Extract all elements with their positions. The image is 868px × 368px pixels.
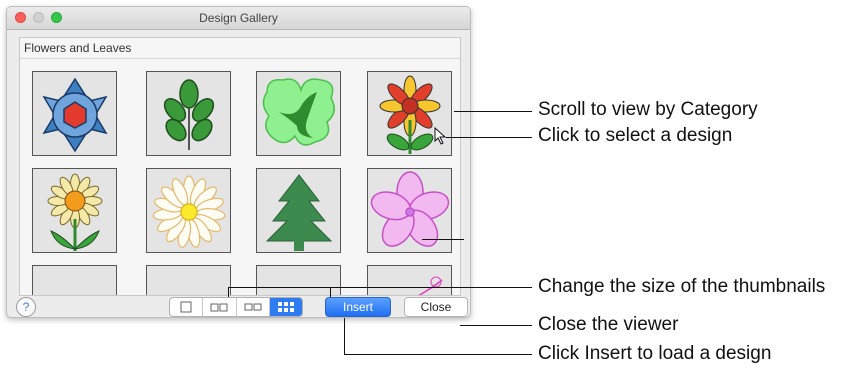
callout-close: Close the viewer [538, 314, 679, 335]
callout-line-thumb-size-left [228, 287, 229, 297]
panel-divider [20, 58, 460, 59]
vine-border-icon [147, 266, 231, 296]
gallery-panel: Flowers and Leaves [19, 37, 461, 296]
callout-insert: Click Insert to load a design [538, 343, 772, 364]
help-button[interactable]: ? [16, 297, 36, 317]
thumbnail-size-2-button[interactable] [203, 298, 237, 316]
thumbnail-daisy-orange-center[interactable] [32, 168, 117, 253]
thumbnail-green-vine-border[interactable] [146, 265, 231, 296]
callout-scroll: Scroll to view by Category [538, 99, 758, 120]
callout-line-scroll [454, 111, 532, 112]
leaf-sprig-icon [163, 79, 215, 150]
thumbnail-white-daisy[interactable] [146, 168, 231, 253]
wide-squares-icon [244, 303, 262, 311]
title-bar: Design Gallery [7, 7, 470, 30]
callout-line-thumb-size [228, 287, 532, 288]
callout-line-design [422, 239, 464, 240]
thumbnail-pink-flower-vine[interactable] [367, 265, 452, 295]
category-label: Flowers and Leaves [24, 41, 132, 55]
pine-tree-icon [265, 174, 333, 251]
close-button[interactable]: Close [404, 297, 468, 317]
thumbnail-size-3-button[interactable] [237, 298, 270, 316]
thumbnail-green-leaf-garland[interactable] [256, 265, 341, 296]
thumbnail-purple-flower-border[interactable] [32, 265, 117, 296]
thumbnail-blue-hexagon-flower[interactable] [32, 71, 117, 156]
callout-line-close [460, 325, 532, 326]
thumbnail-green-leaf-sprig[interactable] [146, 71, 231, 156]
thumbnail-size-selector [169, 297, 303, 317]
single-square-icon [180, 301, 192, 313]
flower-border-icon [33, 266, 117, 296]
callout-line-thumb-size-right [330, 287, 331, 297]
leaf-garland-icon [257, 266, 341, 296]
callout-line-select [446, 137, 532, 138]
callout-select: Click to select a design [538, 125, 733, 146]
daisy-icon [47, 173, 103, 251]
two-squares-icon [210, 303, 228, 312]
thumbnail-size-1-button[interactable] [170, 298, 204, 316]
window-title: Design Gallery [199, 11, 278, 25]
callout-thumb-size: Change the size of the thumbnails [538, 276, 826, 297]
flower-vine-icon [418, 276, 443, 295]
white-daisy-icon [152, 175, 226, 248]
clover-leaf-icon [262, 78, 335, 146]
callout-line-insert [344, 354, 532, 355]
pink-flower-icon [370, 171, 450, 247]
thumbnail-green-clover-leaf[interactable] [256, 71, 341, 156]
design-gallery-window: Design Gallery Flowers and Leaves ? Inse… [6, 6, 471, 318]
thumbnail-size-4-button[interactable] [269, 298, 302, 316]
blue-hexagon-flower-icon [42, 77, 108, 153]
mouse-pointer-icon [434, 127, 447, 145]
thumbnail-pine-tree[interactable] [256, 168, 341, 253]
callout-line-insert-vertical [344, 318, 345, 354]
insert-button[interactable]: Insert [325, 297, 391, 317]
thumbnail-pink-flower-outline[interactable] [367, 168, 452, 253]
grid-icon [277, 302, 294, 312]
